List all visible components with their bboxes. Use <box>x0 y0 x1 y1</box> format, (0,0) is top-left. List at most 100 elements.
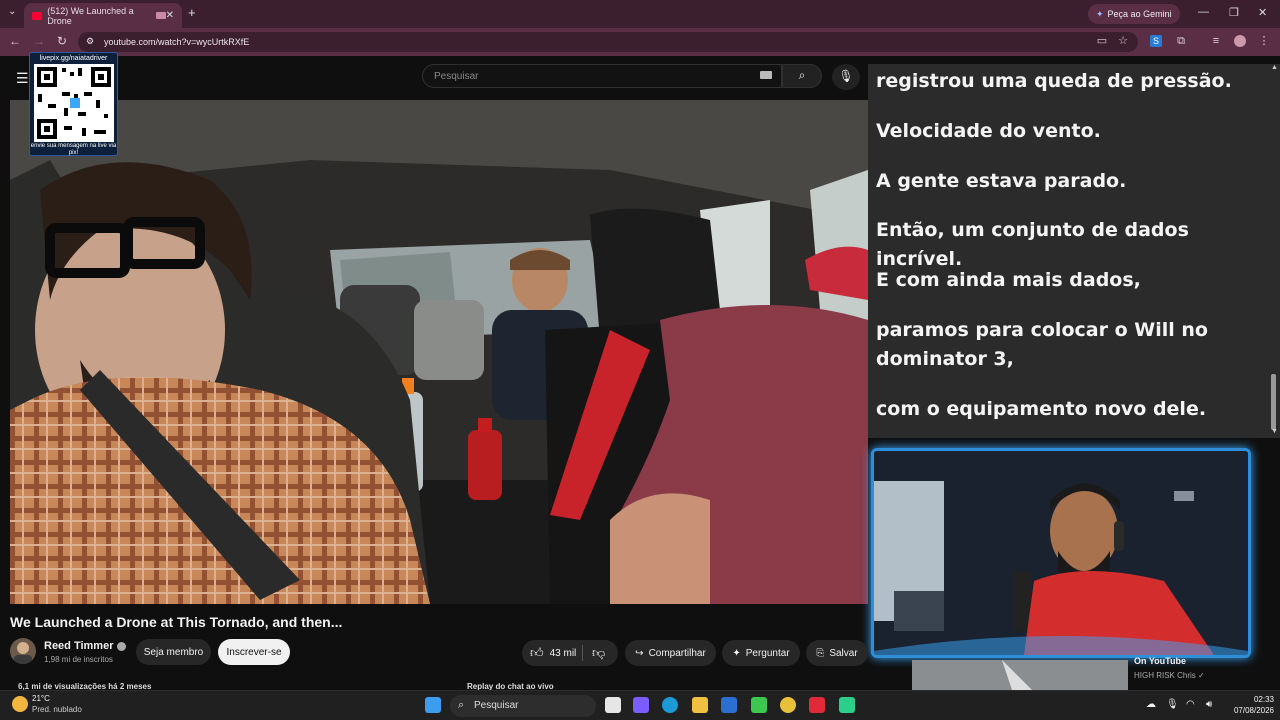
subtitle-line: registrou uma queda de pressão. <box>876 70 1232 92</box>
address-toolbar: ← → ↻ ⚙ youtube.com/watch?v=wycUrtkRXfE … <box>0 28 1280 56</box>
back-icon[interactable]: ← <box>9 34 21 48</box>
channel-name-text: Reed Timmer <box>44 640 114 652</box>
channel-avatar[interactable] <box>10 638 36 664</box>
copilot-icon[interactable] <box>633 697 649 713</box>
verified-icon <box>116 641 126 651</box>
like-button[interactable]: 👍︎ 43 mil 👎︎ <box>522 640 618 666</box>
volume-icon[interactable]: 🔊︎ <box>1206 699 1212 710</box>
new-tab-icon[interactable]: + <box>188 5 196 20</box>
subtitle-line: Velocidade do vento. <box>876 120 1101 142</box>
search-icon: ⌕ <box>798 68 806 82</box>
sparkle-icon: ✦ <box>732 647 741 659</box>
webcam-overlay <box>871 448 1251 658</box>
hamburger-menu-icon[interactable]: ☰ <box>16 70 29 87</box>
app-teal-icon[interactable] <box>839 697 855 713</box>
extension-s-icon[interactable]: S <box>1150 35 1162 47</box>
close-window-icon[interactable]: ✕ <box>1258 6 1267 19</box>
thumbs-up-icon: 👍︎ <box>530 645 544 660</box>
microphone-icon: 🎙 <box>838 69 854 83</box>
network-icon[interactable]: ☁ <box>1146 699 1156 710</box>
save-button[interactable]: ⎘ Salvar <box>806 640 868 666</box>
browser-tab-active[interactable]: (512) We Launched a Drone ✕ <box>24 3 182 28</box>
start-icon[interactable] <box>425 697 441 713</box>
close-tab-icon[interactable]: ✕ <box>166 10 174 21</box>
taskbar-search-label: Pesquisar <box>474 700 519 711</box>
wifi-icon[interactable]: ◠ <box>1186 699 1195 710</box>
views-line: 6,1 mi de visualizações há 2 meses <box>18 682 152 690</box>
video-frame <box>10 100 868 604</box>
site-info-icon[interactable]: ⚙ <box>86 36 94 47</box>
maximize-icon[interactable]: ❐ <box>1229 6 1239 19</box>
tab-title: (512) We Launched a Drone <box>47 5 134 26</box>
join-button[interactable]: Seja membro <box>136 639 211 665</box>
task-view-icon[interactable] <box>605 697 621 713</box>
share-label: Compartilhar <box>648 647 706 659</box>
system-clock[interactable]: 02:33 07/08/2026 <box>1226 694 1274 716</box>
search-button[interactable]: ⌕ <box>782 64 822 88</box>
reload-icon[interactable]: ↻ <box>57 34 67 48</box>
menu-kebab-icon[interactable]: ⋮ <box>1258 35 1270 47</box>
gemini-icon: ✦ <box>1096 8 1104 19</box>
scroll-up-icon[interactable]: ▲ <box>1271 64 1278 71</box>
scrollbar-thumb[interactable] <box>1271 374 1276 430</box>
channel-name[interactable]: Reed Timmer <box>44 640 126 652</box>
subscriber-count: 1,98 mi de inscritos <box>44 655 113 664</box>
clock-date: 07/08/2026 <box>1233 706 1274 715</box>
chat-replay[interactable]: Replay do chat ao vivo <box>467 682 667 690</box>
chrome-icon[interactable] <box>780 697 796 713</box>
recording-icon <box>156 12 166 19</box>
weather-forecast: Pred. nublado <box>32 705 82 714</box>
thumbs-down-icon[interactable]: 👎︎ <box>592 645 605 661</box>
verified-icon: ✓ <box>1198 671 1205 680</box>
windows-taskbar: 21°C Pred. nublado ⌕ Pesquisar ☁ 🎙 ◠ 🔊︎ … <box>0 690 1280 720</box>
recommended-title[interactable]: On YouTube <box>1134 656 1186 666</box>
recommended-thumbnail[interactable] <box>912 660 1128 690</box>
url-field[interactable]: ⚙ youtube.com/watch?v=wycUrtkRXfE <box>78 32 1138 52</box>
youtube-favicon-icon <box>32 11 43 20</box>
bookmark-star-icon[interactable]: ☆ <box>1117 35 1129 47</box>
qr-top-label: livepix.gg/naiatadriver <box>39 55 108 62</box>
keyboard-icon[interactable] <box>760 71 772 79</box>
gemini-label: Peça ao Gemini <box>1107 9 1172 19</box>
voice-search-button[interactable]: 🎙 <box>832 64 860 90</box>
tab-list-icon[interactable]: ⌄ <box>8 6 16 17</box>
bookmark-icon: ⎘ <box>816 647 825 659</box>
profile-avatar-icon[interactable] <box>1234 35 1246 47</box>
url-text: youtube.com/watch?v=wycUrtkRXfE <box>104 37 250 47</box>
search-input[interactable]: Pesquisar <box>422 64 782 88</box>
reading-list-icon[interactable]: ≡ <box>1210 35 1222 47</box>
video-player[interactable] <box>10 100 868 604</box>
weather-temp: 21°C <box>32 694 50 703</box>
subtitles-scrollbar[interactable]: ▲ ▼ <box>1268 64 1280 438</box>
subtitle-line: A gente estava parado. <box>876 170 1127 192</box>
webcam-frame <box>874 451 1248 655</box>
ask-label: Perguntar <box>745 647 790 659</box>
qr-code-icon <box>33 64 114 142</box>
share-icon: ↪ <box>635 647 644 659</box>
ask-button[interactable]: ✦ Perguntar <box>722 640 800 666</box>
minimize-icon[interactable]: — <box>1198 6 1209 18</box>
app-green-icon[interactable] <box>751 697 767 713</box>
subscribe-button[interactable]: Inscrever-se <box>218 639 290 665</box>
youtube-header: ☰ Pesquisar ⌕ 🎙 <box>0 56 868 100</box>
like-count: 43 mil <box>549 647 577 659</box>
taskbar-search[interactable]: ⌕ Pesquisar <box>450 695 596 717</box>
qr-bottom-label: envie sua mensagem na live via pix! <box>30 143 117 156</box>
search-icon: ⌕ <box>458 699 465 711</box>
browser-tab-bar: ⌄ (512) We Launched a Drone ✕ + ✦ Peça a… <box>0 0 1280 28</box>
scroll-down-icon[interactable]: ▼ <box>1271 428 1278 435</box>
microphone-tray-icon[interactable]: 🎙 <box>1166 699 1179 710</box>
edge-icon[interactable] <box>662 697 678 713</box>
subtitles-panel: registrou uma queda de pressão. Velocida… <box>868 64 1268 438</box>
file-explorer-icon[interactable] <box>692 697 708 713</box>
extensions-icon[interactable]: ⧉ <box>1175 35 1187 47</box>
gemini-button[interactable]: ✦ Peça ao Gemini <box>1088 4 1180 24</box>
mail-icon[interactable] <box>721 697 737 713</box>
app-red-icon[interactable] <box>809 697 825 713</box>
share-button[interactable]: ↪ Compartilhar <box>625 640 716 666</box>
weather-icon[interactable] <box>12 696 28 712</box>
like-divider <box>582 645 583 661</box>
recommended-channel: HIGH RISK Chris ✓ <box>1134 671 1205 680</box>
cast-icon[interactable]: ▭ <box>1096 35 1108 47</box>
forward-icon[interactable]: → <box>33 34 45 48</box>
